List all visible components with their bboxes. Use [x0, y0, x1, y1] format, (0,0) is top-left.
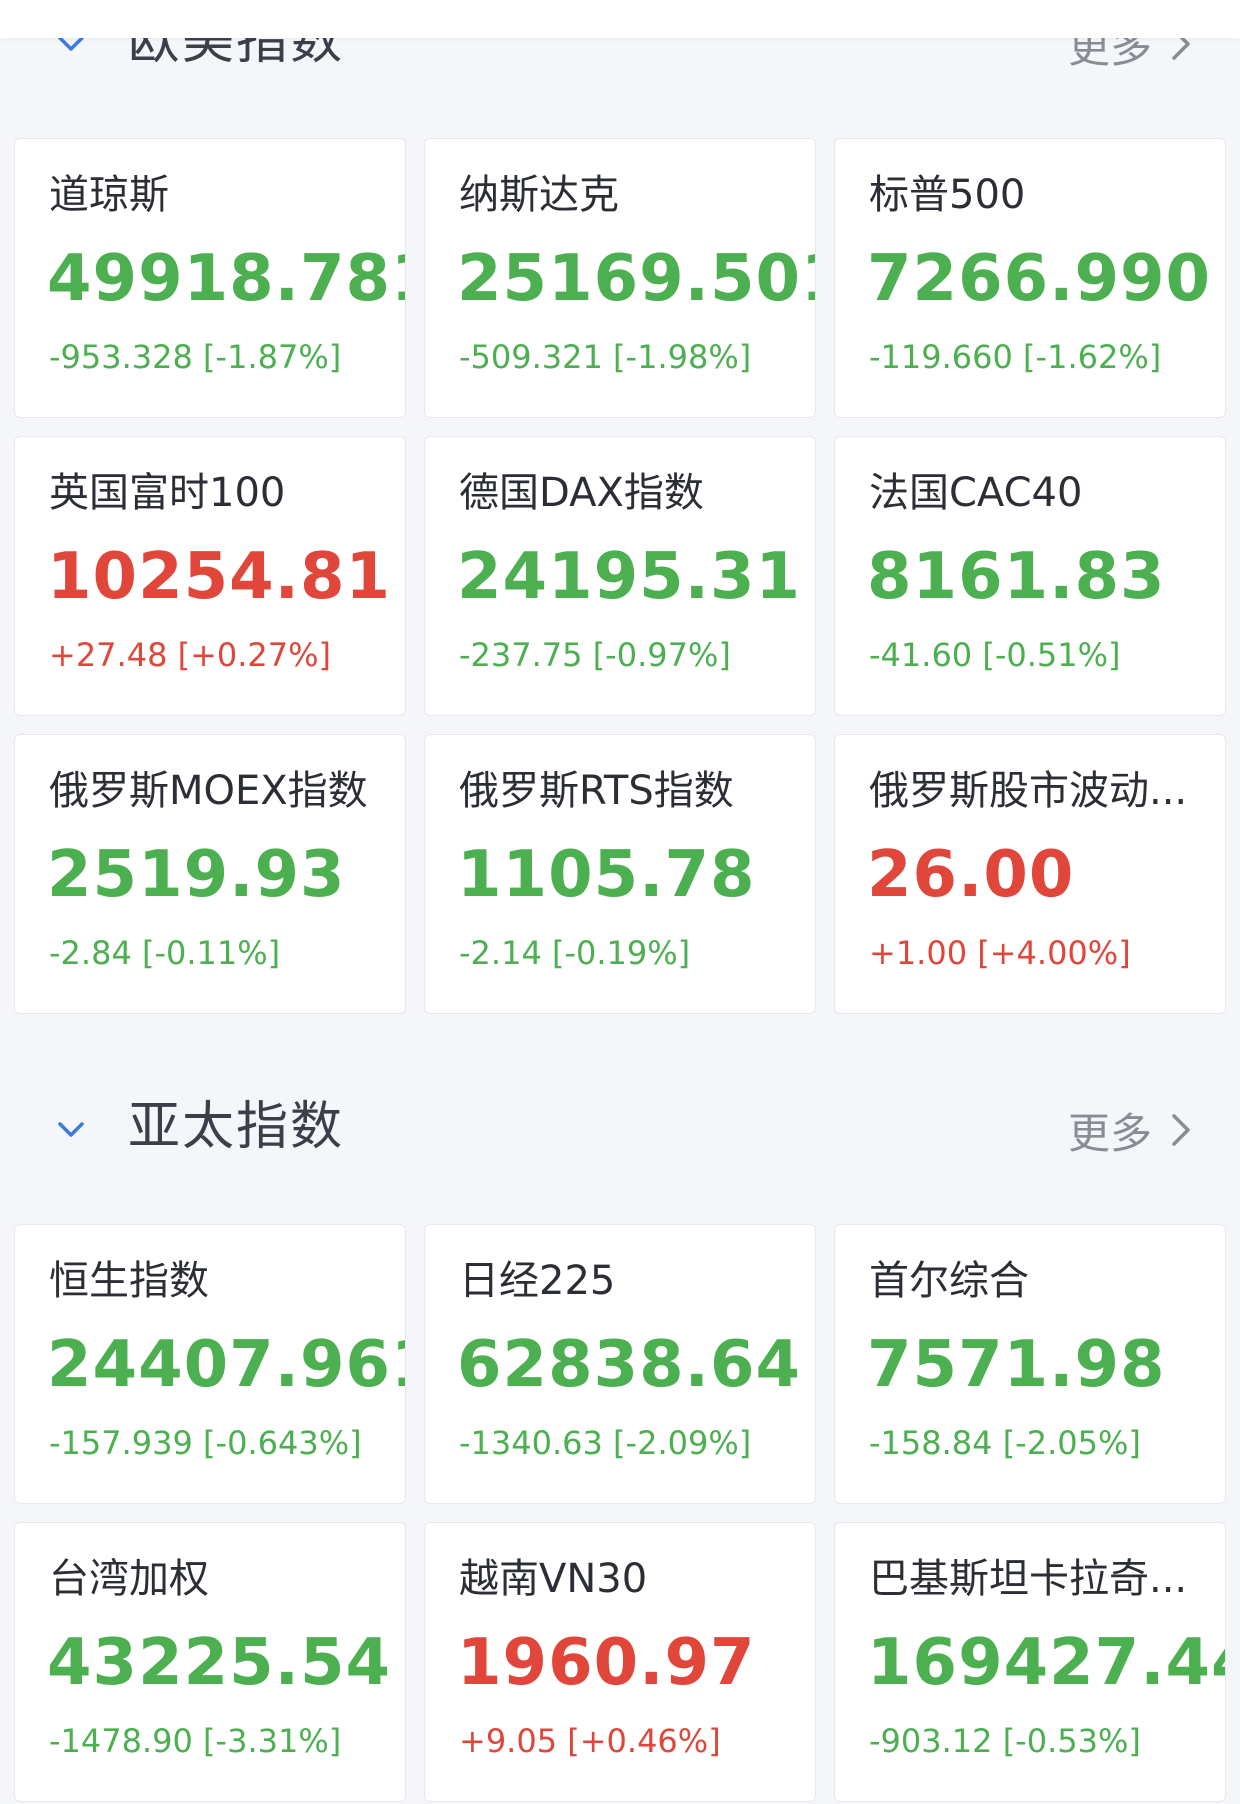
- index-change: -2.14 [-0.19%]: [459, 934, 691, 972]
- index-change: -509.321 [-1.98%]: [459, 338, 752, 376]
- index-change: -237.75 [-0.97%]: [459, 636, 731, 674]
- index-price: 7266.990: [867, 242, 1212, 316]
- index-name: 俄罗斯RTS指数: [459, 768, 734, 814]
- chevron-down-icon[interactable]: [56, 1114, 86, 1144]
- index-change: -903.12 [-0.53%]: [869, 1722, 1141, 1760]
- index-name: 道琼斯: [49, 172, 169, 218]
- index-name: 巴基斯坦卡拉奇...: [869, 1556, 1188, 1602]
- index-price: 2519.93: [47, 838, 346, 912]
- index-grid: 道琼斯 49918.781 -953.328 [-1.87%] 纳斯达克 251…: [14, 138, 1226, 1014]
- index-change: -953.328 [-1.87%]: [49, 338, 342, 376]
- index-card[interactable]: 道琼斯 49918.781 -953.328 [-1.87%]: [14, 138, 406, 418]
- index-grid: 恒生指数 24407.961 -157.939 [-0.643%] 日经225 …: [14, 1224, 1226, 1802]
- index-name: 俄罗斯MOEX指数: [49, 768, 368, 814]
- index-price: 49918.781: [47, 242, 406, 316]
- index-name: 越南VN30: [459, 1556, 648, 1602]
- index-change: -158.84 [-2.05%]: [869, 1424, 1141, 1462]
- index-name: 纳斯达克: [459, 172, 619, 218]
- index-card[interactable]: 纳斯达克 25169.501 -509.321 [-1.98%]: [424, 138, 816, 418]
- chevron-right-icon: [1166, 1110, 1196, 1150]
- index-name: 英国富时100: [49, 470, 286, 516]
- index-card[interactable]: 巴基斯坦卡拉奇... 169427.44 -903.12 [-0.53%]: [834, 1522, 1226, 1802]
- index-price: 43225.54: [47, 1626, 392, 1700]
- index-price: 24195.31: [457, 540, 802, 614]
- index-card[interactable]: 首尔综合 7571.98 -158.84 [-2.05%]: [834, 1224, 1226, 1504]
- index-card[interactable]: 俄罗斯MOEX指数 2519.93 -2.84 [-0.11%]: [14, 734, 406, 1014]
- section-asia-pacific: 亚太指数 更多 恒生指数 24407.961 -157.939 [-0.643%…: [0, 1064, 1240, 1802]
- index-name: 台湾加权: [49, 1556, 209, 1602]
- index-card[interactable]: 德国DAX指数 24195.31 -237.75 [-0.97%]: [424, 436, 816, 716]
- index-change: -41.60 [-0.51%]: [869, 636, 1121, 674]
- index-name: 德国DAX指数: [459, 470, 704, 516]
- index-card[interactable]: 法国CAC40 8161.83 -41.60 [-0.51%]: [834, 436, 1226, 716]
- index-change: +9.05 [+0.46%]: [459, 1722, 721, 1760]
- index-change: -119.660 [-1.62%]: [869, 338, 1162, 376]
- index-card[interactable]: 英国富时100 10254.81 +27.48 [+0.27%]: [14, 436, 406, 716]
- index-change: +1.00 [+4.00%]: [869, 934, 1131, 972]
- index-change: -157.939 [-0.643%]: [49, 1424, 362, 1462]
- index-card[interactable]: 台湾加权 43225.54 -1478.90 [-3.31%]: [14, 1522, 406, 1802]
- index-change: -1478.90 [-3.31%]: [49, 1722, 342, 1760]
- index-price: 10254.81: [47, 540, 392, 614]
- index-card[interactable]: 标普500 7266.990 -119.660 [-1.62%]: [834, 138, 1226, 418]
- index-price: 8161.83: [867, 540, 1166, 614]
- index-name: 标普500: [869, 172, 1026, 218]
- section-title: 亚太指数: [128, 1097, 345, 1157]
- index-name: 恒生指数: [49, 1258, 209, 1304]
- index-price: 24407.961: [47, 1328, 406, 1402]
- more-link[interactable]: 更多: [1068, 1100, 1196, 1160]
- index-name: 首尔综合: [869, 1258, 1029, 1304]
- index-price: 62838.64: [457, 1328, 802, 1402]
- index-name: 法国CAC40: [869, 470, 1083, 516]
- index-price: 7571.98: [867, 1328, 1166, 1402]
- top-tab-strip: [0, 0, 1240, 38]
- index-card[interactable]: 俄罗斯股市波动... 26.00 +1.00 [+4.00%]: [834, 734, 1226, 1014]
- index-price: 25169.501: [457, 242, 816, 316]
- index-card[interactable]: 越南VN30 1960.97 +9.05 [+0.46%]: [424, 1522, 816, 1802]
- index-price: 26.00: [867, 838, 1075, 912]
- index-card[interactable]: 恒生指数 24407.961 -157.939 [-0.643%]: [14, 1224, 406, 1504]
- market-indices-page: 欧美指数 更多 道琼斯 49918.781 -953.328 [-1.87%] …: [0, 0, 1240, 1804]
- index-card[interactable]: 日经225 62838.64 -1340.63 [-2.09%]: [424, 1224, 816, 1504]
- section-header[interactable]: 亚太指数 更多: [0, 1064, 1240, 1194]
- index-change: -2.84 [-0.11%]: [49, 934, 281, 972]
- index-price: 1105.78: [457, 838, 756, 912]
- index-price: 1960.97: [457, 1626, 756, 1700]
- index-price: 169427.44: [867, 1626, 1226, 1700]
- more-label: 更多: [1067, 1108, 1152, 1158]
- index-change: -1340.63 [-2.09%]: [459, 1424, 752, 1462]
- index-change: +27.48 [+0.27%]: [49, 636, 332, 674]
- index-name: 日经225: [459, 1258, 616, 1304]
- index-card[interactable]: 俄罗斯RTS指数 1105.78 -2.14 [-0.19%]: [424, 734, 816, 1014]
- index-name: 俄罗斯股市波动...: [869, 768, 1188, 814]
